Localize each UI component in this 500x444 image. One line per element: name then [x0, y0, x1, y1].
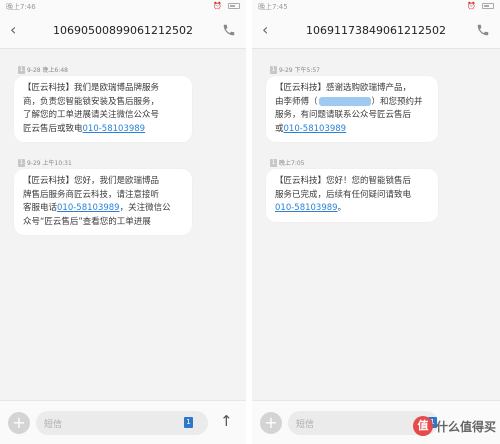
input-placeholder: 短信 — [296, 420, 315, 430]
watermark-logo-icon: 值 — [412, 416, 433, 436]
message-line: 牌售后服务商匠云科技，请注意接听 — [23, 189, 160, 200]
message-line: 匠云售后或致电 — [23, 123, 83, 134]
sim-selector-icon[interactable]: 1 — [184, 417, 193, 428]
add-attachment-icon[interactable]: + — [8, 412, 30, 434]
message-timestamp: 1 晚上7:05 — [270, 158, 304, 167]
phone-link[interactable]: 010-58103989 — [83, 124, 146, 134]
message-bubble[interactable]: 【匠云科技】您好！您的智能锁售后 服务已完成，后续有任何疑问请致电 010-58… — [266, 169, 438, 222]
message-line: 【匠云科技】感谢选购欧瑞博产品， — [275, 83, 412, 93]
phone-number-title: 10690500899061212502 — [53, 24, 193, 37]
call-icon[interactable] — [476, 23, 490, 37]
alarm-icon: ⏰ — [213, 2, 224, 10]
status-bar: 晚上7:45 ⏰ — [252, 0, 500, 13]
timestamp-text: 9-29 下午5:57 — [279, 67, 320, 74]
message-line: 客服电话 — [23, 203, 58, 213]
phone-link[interactable]: 010-58103989 — [275, 203, 338, 213]
message-line: 或 — [275, 123, 284, 134]
message-line: 了解您的工单进展请关注微信公众号 — [23, 110, 160, 120]
message-line: ，关注微信公 — [119, 203, 171, 213]
message-timestamp: 1 9-28 晚上6:48 — [18, 65, 68, 74]
send-arrow-icon[interactable]: ↑ — [220, 412, 233, 430]
sim-icon: 1 — [270, 158, 277, 167]
message-line: ）和您预约并 — [371, 96, 423, 107]
watermark: 值 什么值得买 — [412, 416, 496, 436]
sim-icon: 1 — [18, 158, 25, 167]
conversation-header: ‹ 10691173849061212502 — [252, 13, 500, 49]
sms-input[interactable]: 短信 1 — [36, 411, 208, 435]
status-icons: ⏰ — [213, 2, 240, 10]
call-icon[interactable] — [222, 23, 236, 37]
timestamp-text: 9-29 上午10:31 — [27, 160, 72, 167]
message-line: 【匠云科技】您好，我们是欧瑞博品 — [23, 176, 160, 186]
battery-icon — [482, 3, 494, 9]
message-composer: + 短信 1 值 什么值得买 — [252, 400, 500, 444]
battery-icon — [228, 3, 240, 9]
status-icons: ⏰ — [467, 2, 494, 10]
conversation-header: ‹ 10690500899061212502 — [0, 13, 246, 49]
message-line: 。 — [337, 203, 347, 213]
message-line: 商，负责您智能锁安装及售后服务， — [23, 96, 160, 107]
message-line: 众号“匠云售后”查看您的工单进展 — [23, 216, 151, 227]
message-bubble[interactable]: 【匠云科技】您好，我们是欧瑞博品 牌售后服务商匠云科技，请注意接听 客服电话01… — [14, 169, 192, 235]
right-conversation-screen: 晚上7:45 ⏰ ‹ 10691173849061212502 1 9-29 下… — [252, 0, 500, 444]
phone-link[interactable]: 010-58103989 — [57, 203, 120, 213]
timestamp-text: 晚上7:05 — [279, 160, 305, 167]
watermark-text: 什么值得买 — [435, 419, 496, 434]
message-line: 由李师傅（ — [275, 96, 318, 107]
message-line: 服务，有问题请联系公众号匠云售后 — [275, 110, 412, 120]
add-attachment-icon[interactable]: + — [260, 412, 282, 434]
phone-number-title: 10691173849061212502 — [306, 24, 446, 37]
sim-icon: 1 — [270, 65, 277, 74]
status-time: 晚上7:45 — [258, 3, 288, 11]
alarm-icon: ⏰ — [467, 2, 478, 10]
status-bar: 晚上7:46 ⏰ — [0, 0, 246, 13]
input-placeholder: 短信 — [44, 420, 63, 430]
status-time: 晚上7:46 — [6, 3, 36, 11]
sim-icon: 1 — [18, 65, 25, 74]
timestamp-text: 9-28 晚上6:48 — [27, 67, 68, 74]
message-timestamp: 1 9-29 上午10:31 — [18, 158, 72, 167]
phone-link[interactable]: 010-58103989 — [284, 124, 347, 134]
left-conversation-screen: 晚上7:46 ⏰ ‹ 10690500899061212502 1 9-28 晚… — [0, 0, 246, 444]
message-line: 【匠云科技】您好！您的智能锁售后 — [275, 176, 412, 186]
message-line: 服务已完成，后续有任何疑问请致电 — [275, 189, 412, 200]
message-composer: + 短信 1 ↑ — [0, 400, 246, 444]
redacted-name — [318, 96, 371, 106]
message-bubble[interactable]: 【匠云科技】感谢选购欧瑞博产品， 由李师傅（ ）和您预约并 服务，有问题请联系公众… — [266, 76, 438, 142]
message-bubble[interactable]: 【匠云科技】我们是欧瑞博品牌服务 商，负责您智能锁安装及售后服务， 了解您的工单… — [14, 76, 192, 142]
message-timestamp: 1 9-29 下午5:57 — [270, 65, 320, 74]
message-line: 【匠云科技】我们是欧瑞博品牌服务 — [23, 83, 160, 93]
